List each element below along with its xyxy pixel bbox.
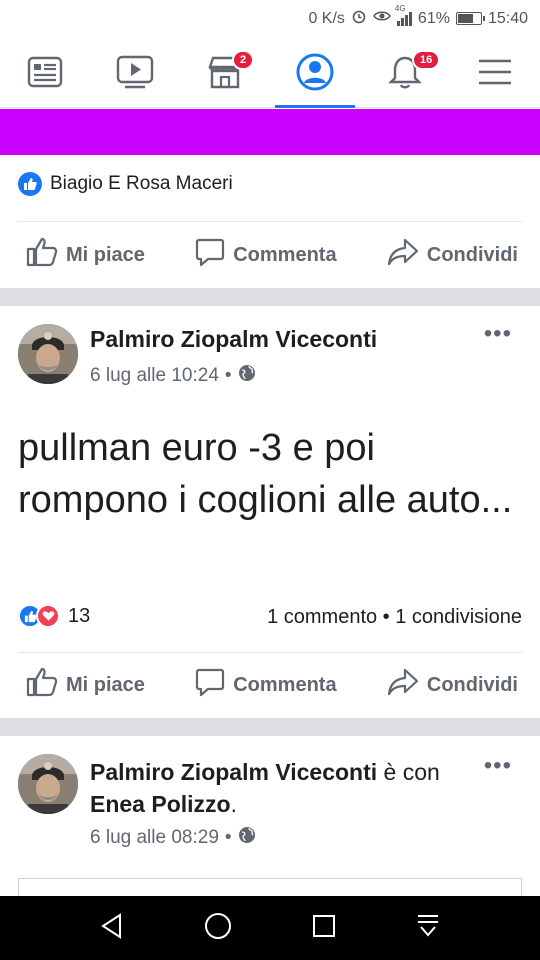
feed-separator <box>0 288 540 306</box>
active-tab-indicator <box>275 105 355 108</box>
clock: 15:40 <box>487 9 528 27</box>
tab-profile[interactable] <box>270 36 360 108</box>
post-actions-top: Mi piace Commenta Condividi <box>0 225 540 285</box>
notifications-badge: 16 <box>412 50 441 70</box>
avatar[interactable] <box>18 754 78 814</box>
tagged-person[interactable]: Enea Polizzo <box>90 791 231 817</box>
signal-icon: 4G <box>395 4 412 26</box>
comment-label: Commenta <box>233 673 337 696</box>
reaction-count: 13 <box>68 604 91 627</box>
love-reaction-icon <box>36 604 60 628</box>
post-date[interactable]: 6 lug alle 10:24 <box>90 365 219 387</box>
like-button[interactable]: Mi piace <box>26 237 145 273</box>
thumbs-up-icon <box>26 237 58 273</box>
thumbs-up-icon <box>26 667 58 703</box>
share-label: Condividi <box>426 243 518 266</box>
battery-icon <box>455 12 485 25</box>
share-icon <box>387 237 419 273</box>
post-author[interactable]: Palmiro Ziopalm Viceconti <box>90 326 377 353</box>
share-button[interactable]: Condividi <box>387 237 518 273</box>
like-reaction-icon <box>18 172 42 196</box>
news-feed-icon <box>27 56 63 88</box>
post-text: pullman euro -3 e poi rompono i coglioni… <box>18 427 513 521</box>
menu-icon <box>478 58 512 86</box>
home-icon[interactable] <box>204 912 232 945</box>
status-bar: 0 K/s 4G 61% 15:40 <box>0 0 540 36</box>
comment-icon <box>195 667 225 703</box>
like-label: Mi piace <box>66 673 145 696</box>
net-speed: 0 K/s <box>308 9 345 27</box>
comments-shares-count[interactable]: 1 commento • 1 condivisione <box>267 606 522 629</box>
divider <box>18 221 522 222</box>
back-icon[interactable] <box>100 912 124 944</box>
post-meta: 6 lug alle 10:24 • <box>90 364 256 388</box>
post-actions: Mi piace Commenta Condividi <box>0 655 540 715</box>
share-label: Condividi <box>426 673 518 696</box>
share-button[interactable]: Condividi <box>387 667 518 703</box>
top-nav: 2 16 <box>0 36 540 108</box>
marketplace-badge: 2 <box>232 50 255 70</box>
battery-percent: 61% <box>417 9 450 27</box>
notification-shade-icon[interactable] <box>416 913 440 944</box>
liked-by-row[interactable]: Biagio E Rosa Maceri <box>18 172 233 196</box>
tab-marketplace[interactable]: 2 <box>180 36 270 108</box>
like-button[interactable]: Mi piace <box>26 667 145 703</box>
post-options-button[interactable]: ••• <box>484 752 512 780</box>
comment-button[interactable]: Commenta <box>195 237 337 273</box>
feed-separator <box>0 718 540 736</box>
recents-icon[interactable] <box>312 914 336 943</box>
tab-watch[interactable] <box>90 36 180 108</box>
reactions-summary[interactable]: 13 <box>18 604 90 628</box>
comment-icon <box>195 237 225 273</box>
post-author[interactable]: Palmiro Ziopalm Viceconti <box>90 759 377 785</box>
avatar[interactable] <box>18 324 78 384</box>
tab-news-feed[interactable] <box>0 36 90 108</box>
comment-label: Commenta <box>233 243 337 266</box>
watch-icon <box>116 55 154 89</box>
like-label: Mi piace <box>66 243 145 266</box>
comment-button[interactable]: Commenta <box>195 667 337 703</box>
alarm-icon <box>351 8 367 29</box>
globe-icon <box>238 364 256 388</box>
post-author-line: Palmiro Ziopalm Viceconti è con Enea Pol… <box>90 759 440 817</box>
android-nav-bar <box>0 896 540 960</box>
tab-notifications[interactable]: 16 <box>360 36 450 108</box>
post-options-button[interactable]: ••• <box>484 320 512 348</box>
eye-icon <box>373 9 391 28</box>
globe-icon <box>238 826 256 850</box>
divider <box>18 652 522 653</box>
liked-by-name: Biagio E Rosa Maceri <box>50 173 233 194</box>
cover-band <box>0 109 540 155</box>
post-meta: 6 lug alle 08:29 • <box>90 826 256 850</box>
profile-icon <box>295 52 335 92</box>
share-icon <box>387 667 419 703</box>
tab-menu[interactable] <box>450 36 540 108</box>
post-date[interactable]: 6 lug alle 08:29 <box>90 827 219 849</box>
